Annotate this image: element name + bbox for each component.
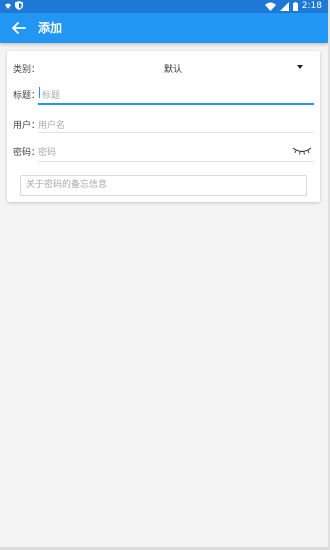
- title-input-underline: [38, 103, 314, 105]
- text-caret: [39, 87, 40, 98]
- back-arrow-icon[interactable]: [10, 20, 28, 36]
- user-input-underline: [38, 132, 314, 133]
- signal-icon: [279, 2, 289, 11]
- password-input[interactable]: 密码: [38, 145, 314, 158]
- app-screen: 2:18 添加 类别： 默认 标题： 标题 用户： 用户名 密码： 密码 关于密…: [0, 0, 330, 550]
- password-label: 密码：: [13, 148, 41, 158]
- password-input-underline: [38, 161, 314, 162]
- wifi-icon: [264, 2, 276, 11]
- type-select-value[interactable]: 默认: [164, 62, 182, 75]
- app-bar: 添加: [0, 13, 328, 43]
- user-label: 用户：: [13, 121, 41, 131]
- note-textarea[interactable]: 关于密码的备忘信息: [20, 175, 307, 196]
- battery-icon: [292, 2, 298, 11]
- title-input[interactable]: 标题: [42, 88, 318, 101]
- notification-icon: [5, 3, 11, 9]
- status-time: 2:18: [301, 1, 322, 11]
- status-bar: 2:18: [0, 0, 328, 13]
- status-right-icons: 2:18: [264, 0, 322, 13]
- type-label: 类别：: [13, 65, 41, 75]
- add-entry-form: 类别： 默认 标题： 标题 用户： 用户名 密码： 密码 关于密码的备忘信息: [7, 51, 320, 202]
- dropdown-arrow-icon[interactable]: [297, 65, 303, 69]
- title-label: 标题：: [13, 91, 41, 101]
- eye-closed-icon[interactable]: [291, 147, 313, 155]
- page-title: 添加: [38, 21, 63, 35]
- shield-icon: [15, 1, 23, 10]
- status-left-icons: [4, 1, 23, 10]
- user-input[interactable]: 用户名: [38, 118, 314, 131]
